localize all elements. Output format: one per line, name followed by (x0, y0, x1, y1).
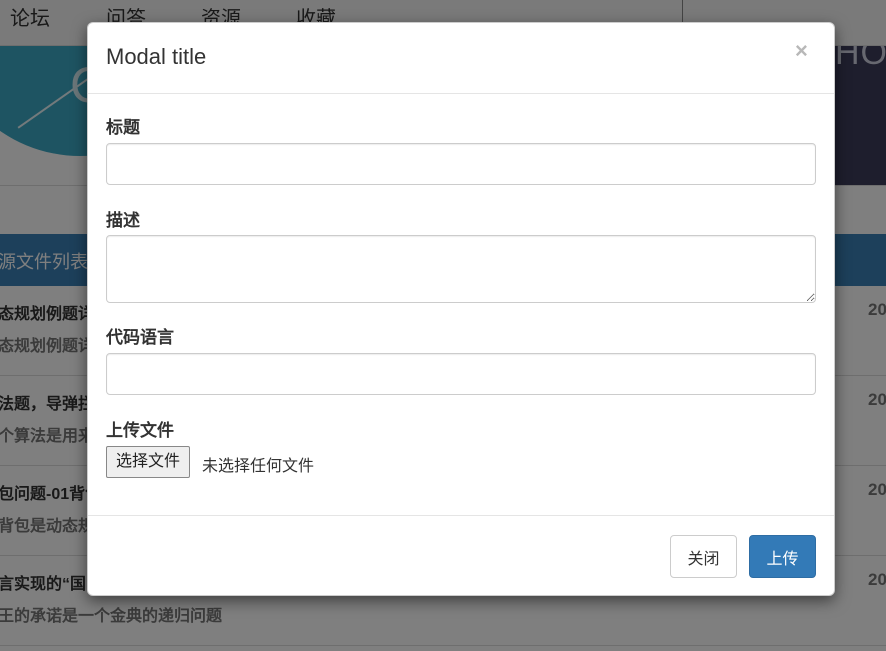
upload-modal: Modal title × 标题 描述 代码语言 上传文件 选择文件 未选择任何… (87, 22, 835, 596)
description-textarea[interactable] (106, 235, 816, 303)
title-label: 标题 (106, 118, 140, 137)
close-button[interactable]: 关闭 (670, 535, 737, 578)
modal-title: Modal title (106, 44, 207, 69)
code-language-input[interactable] (106, 353, 816, 395)
description-label: 描述 (106, 211, 140, 230)
upload-file-label: 上传文件 (106, 421, 174, 440)
modal-footer: 关闭 上传 (88, 515, 834, 595)
code-language-label: 代码语言 (106, 328, 174, 347)
upload-button[interactable]: 上传 (749, 535, 816, 578)
choose-file-button[interactable]: 选择文件 (106, 446, 191, 478)
title-input[interactable] (106, 143, 816, 185)
modal-header: Modal title × (88, 23, 834, 94)
no-file-selected-text: 未选择任何文件 (202, 458, 315, 475)
close-icon[interactable]: × (795, 38, 808, 64)
